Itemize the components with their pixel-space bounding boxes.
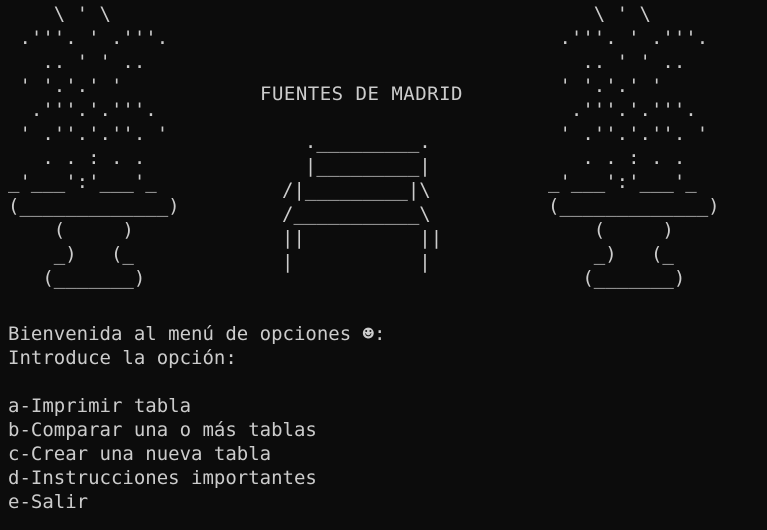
menu-option-exit[interactable]: e-Salir (8, 490, 386, 514)
bench-ascii-art: ._________. |_________| /|_________|\ /_… (282, 131, 443, 273)
options-menu: Bienvenida al menú de opciones ☻: Introd… (8, 322, 386, 514)
option-prompt: Introduce la opción: (8, 347, 237, 369)
welcome-text: Bienvenida al menú de opciones ☻: (8, 323, 386, 345)
fountain-left-ascii-art: \ ' \ .'''. ' .'''. .. ' ' .. ' '.'.' ' … (8, 3, 180, 289)
page-title: FUENTES DE MADRID (260, 83, 463, 105)
menu-option-print-table[interactable]: a-Imprimir tabla (8, 394, 386, 418)
console-window: \ ' \ .'''. ' .'''. .. ' ' .. ' '.'.' ' … (0, 0, 767, 530)
menu-option-instructions[interactable]: d-Instrucciones importantes (8, 466, 386, 490)
menu-option-create-table[interactable]: c-Crear una nueva tabla (8, 442, 386, 466)
menu-option-compare-tables[interactable]: b-Comparar una o más tablas (8, 418, 386, 442)
fountain-right-ascii-art: \ ' \ .'''. ' .'''. .. ' ' .. ' '.'.' ' … (548, 3, 720, 289)
